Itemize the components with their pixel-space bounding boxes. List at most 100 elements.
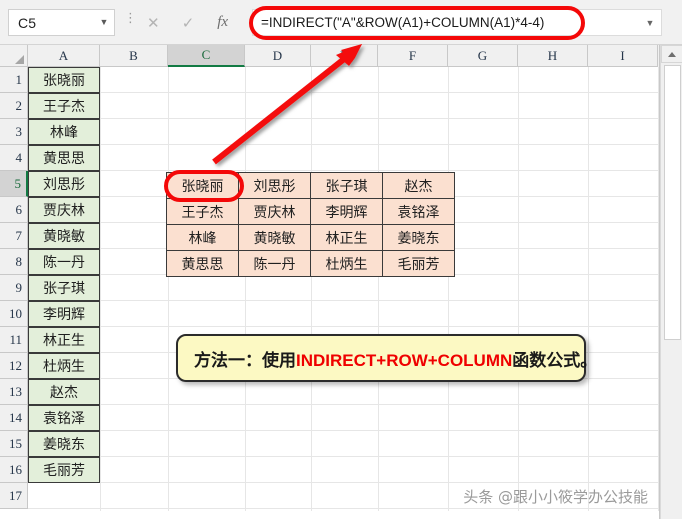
result-cell-r3c1[interactable]: 林峰	[166, 224, 239, 251]
row-header-16[interactable]: 16	[0, 457, 28, 483]
cell-a5[interactable]: 刘思彤	[28, 171, 100, 197]
cell-a1[interactable]: 张晓丽	[28, 67, 100, 93]
result-cell-r2c3[interactable]: 李明辉	[310, 198, 383, 225]
name-box[interactable]: C5 ▼	[8, 9, 115, 36]
method-callout: 方法一：使用INDIRECT+ROW+COLUMN函数公式。	[176, 334, 597, 382]
row-header-1[interactable]: 1	[0, 67, 28, 93]
cell-a2[interactable]: 王子杰	[28, 93, 100, 119]
expand-formula-bar-icon[interactable]: ▼	[639, 18, 661, 28]
column-header-i[interactable]: I	[588, 45, 658, 67]
row-header-8[interactable]: 8	[0, 249, 28, 275]
callout-text: 方法一：使用INDIRECT+ROW+COLUMN函数公式。	[194, 346, 597, 371]
cell-a4[interactable]: 黄思思	[28, 145, 100, 171]
result-cell-r2c4[interactable]: 袁铭泽	[382, 198, 455, 225]
row-header-11[interactable]: 11	[0, 327, 28, 353]
column-header-h[interactable]: H	[518, 45, 588, 67]
cell-a7[interactable]: 黄晓敏	[28, 223, 100, 249]
formula-bar-strip: C5 ▼ ⋮ ✕ ✓ fx =INDIRECT("A"&ROW(A1)+COLU…	[0, 0, 682, 45]
gridline	[28, 300, 660, 301]
gridline	[28, 92, 660, 93]
name-box-value: C5	[18, 14, 37, 31]
toolbar-separator: ⋮	[124, 10, 137, 25]
select-all-corner[interactable]	[0, 45, 28, 67]
watermark: 头条 @跟小小筱学办公技能	[463, 488, 648, 506]
cell-a14[interactable]: 袁铭泽	[28, 405, 100, 431]
cells-layer[interactable]: 张晓丽 王子杰 林峰 黄思思 刘思彤 贾庆林 黄晓敏 陈一丹 张子琪 李明辉 林正生 杜炳生 赵杰 袁铭泽…	[28, 67, 660, 519]
result-cell-r1c1[interactable]: 张晓丽	[166, 172, 239, 199]
result-cell-r4c2[interactable]: 陈一丹	[238, 250, 311, 277]
row-header-17[interactable]: 17	[0, 483, 28, 509]
cell-a9[interactable]: 张子琪	[28, 275, 100, 301]
column-header-e[interactable]: E	[311, 45, 378, 67]
row-header-12[interactable]: 12	[0, 353, 28, 379]
row-header-13[interactable]: 13	[0, 379, 28, 405]
cell-a8[interactable]: 陈一丹	[28, 249, 100, 275]
worksheet-grid[interactable]: ABCDEFGHI 1 2 3 4 5 6 7 8 9 10 11 12 13 14 15 16 17 张晓丽王…	[0, 45, 682, 519]
vertical-scrollbar[interactable]	[660, 45, 682, 519]
gridline	[100, 67, 101, 519]
excel-window: C5 ▼ ⋮ ✕ ✓ fx =INDIRECT("A"&ROW(A1)+COLU…	[0, 0, 682, 519]
result-cell-r3c2[interactable]: 黄晓敏	[238, 224, 311, 251]
row-header-2[interactable]: 2	[0, 93, 28, 119]
column-header-c[interactable]: C	[168, 45, 245, 67]
cell-a12[interactable]: 杜炳生	[28, 353, 100, 379]
table-row: 林峰 黄晓敏 林正生 姜晓东	[166, 224, 455, 251]
gridline	[311, 67, 312, 519]
gridline	[245, 67, 246, 519]
sheet-bottom-filler	[0, 511, 660, 519]
confirm-check-icon[interactable]: ✓	[173, 10, 203, 36]
gridline	[28, 508, 660, 509]
result-cell-r1c2[interactable]: 刘思彤	[238, 172, 311, 199]
column-header-b[interactable]: B	[100, 45, 168, 67]
cell-a10[interactable]: 李明辉	[28, 301, 100, 327]
insert-function-icon[interactable]: fx	[208, 10, 238, 36]
chevron-down-icon[interactable]: ▼	[94, 18, 114, 27]
gridline	[168, 67, 169, 519]
cell-a6[interactable]: 贾庆林	[28, 197, 100, 223]
scrollbar-thumb[interactable]	[664, 65, 681, 340]
row-header-15[interactable]: 15	[0, 431, 28, 457]
result-cell-r3c3[interactable]: 林正生	[310, 224, 383, 251]
cancel-icon[interactable]: ✕	[138, 10, 168, 36]
row-header-7[interactable]: 7	[0, 223, 28, 249]
scroll-up-button[interactable]	[661, 45, 682, 63]
row-header-6[interactable]: 6	[0, 197, 28, 223]
row-header-3[interactable]: 3	[0, 119, 28, 145]
column-header-row: ABCDEFGHI	[0, 45, 660, 67]
row-header-14[interactable]: 14	[0, 405, 28, 431]
formula-input[interactable]: =INDIRECT("A"&ROW(A1)+COLUMN(A1)*4-4) ▼	[252, 9, 662, 36]
row-header-10[interactable]: 10	[0, 301, 28, 327]
table-row: 张晓丽 刘思彤 张子琪 赵杰	[166, 172, 455, 199]
formula-text: =INDIRECT("A"&ROW(A1)+COLUMN(A1)*4-4)	[261, 15, 545, 30]
cell-a11[interactable]: 林正生	[28, 327, 100, 353]
chevron-up-icon	[668, 51, 676, 57]
result-cell-r1c3[interactable]: 张子琪	[310, 172, 383, 199]
result-cell-r3c4[interactable]: 姜晓东	[382, 224, 455, 251]
result-cell-r1c4[interactable]: 赵杰	[382, 172, 455, 199]
gridline	[28, 170, 660, 171]
cell-a3[interactable]: 林峰	[28, 119, 100, 145]
result-cell-r4c3[interactable]: 杜炳生	[310, 250, 383, 277]
gridline	[28, 144, 660, 145]
result-cell-r4c1[interactable]: 黄思思	[166, 250, 239, 277]
gridline	[28, 482, 660, 483]
result-cell-r4c4[interactable]: 毛丽芳	[382, 250, 455, 277]
column-header-a[interactable]: A	[28, 45, 100, 67]
table-row: 黄思思 陈一丹 杜炳生 毛丽芳	[166, 250, 455, 277]
cell-a15[interactable]: 姜晓东	[28, 431, 100, 457]
column-header-g[interactable]: G	[448, 45, 518, 67]
column-header-d[interactable]: D	[245, 45, 311, 67]
result-table[interactable]: 张晓丽 刘思彤 张子琪 赵杰 王子杰 贾庆林 李明辉 袁铭泽 林峰 黄晓敏 林正生 姜晓东 黄思思 陈一丹…	[166, 172, 455, 277]
gridline	[588, 67, 589, 519]
row-header-5[interactable]: 5	[0, 171, 28, 197]
formula-action-buttons: ✕ ✓ fx	[136, 9, 240, 36]
column-header-f[interactable]: F	[378, 45, 448, 67]
cell-a16[interactable]: 毛丽芳	[28, 457, 100, 483]
callout-suffix: 函数公式。	[512, 350, 598, 371]
result-cell-r2c2[interactable]: 贾庆林	[238, 198, 311, 225]
result-cell-r2c1[interactable]: 王子杰	[166, 198, 239, 225]
callout-functions: INDIRECT+ROW+COLUMN	[296, 350, 513, 370]
row-header-4[interactable]: 4	[0, 145, 28, 171]
cell-a13[interactable]: 赵杰	[28, 379, 100, 405]
row-header-9[interactable]: 9	[0, 275, 28, 301]
